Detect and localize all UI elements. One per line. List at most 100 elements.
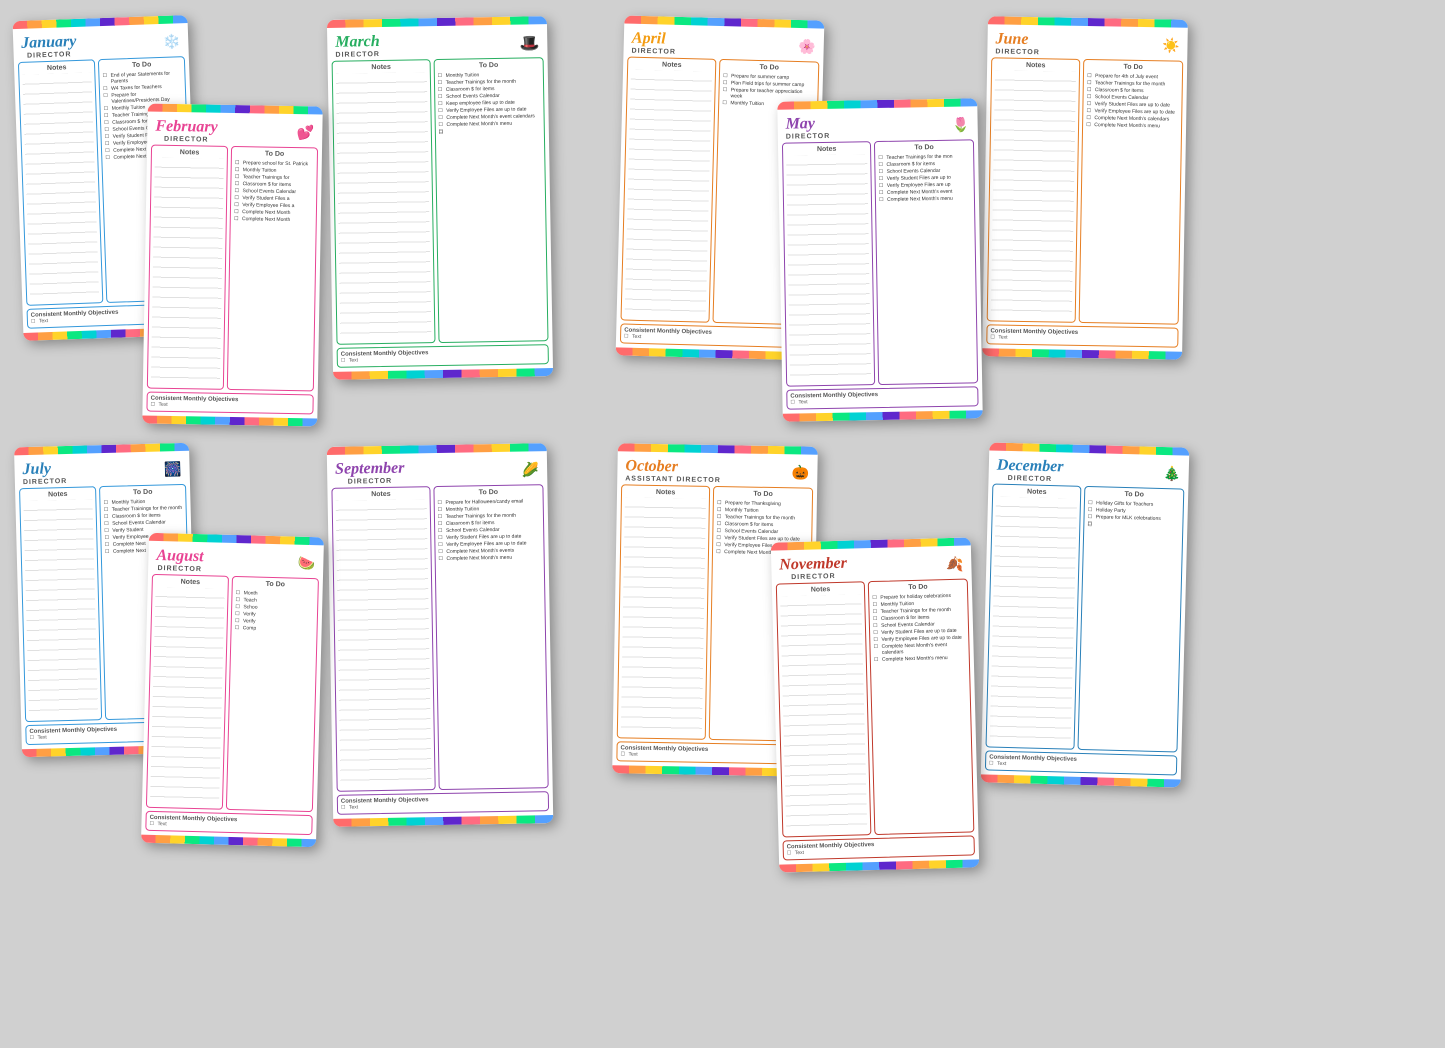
- todo-title-june: To Do: [1087, 63, 1179, 72]
- notes-section-november: Notes: [776, 581, 872, 837]
- notes-lines-january: [22, 72, 99, 301]
- todo-item: Complete Next Month: [234, 215, 313, 223]
- notes-section-april: Notes: [620, 57, 716, 323]
- todo-section-september: To Do Prepare for Halloween/candy email …: [433, 484, 549, 790]
- todo-item: Complete Next Month's menu: [1086, 121, 1178, 130]
- notes-title-february: Notes: [155, 149, 224, 157]
- notes-lines-september: [336, 499, 432, 788]
- notes-section-february: Notes: [147, 145, 228, 390]
- deco-may: 🌷: [952, 116, 970, 133]
- month-title-march: March: [335, 33, 380, 52]
- month-title-august: August: [156, 547, 204, 566]
- notes-title-september: Notes: [335, 490, 426, 499]
- deco-october: 🎃: [792, 464, 810, 481]
- todo-title-april: To Do: [723, 63, 815, 72]
- role-label-august: DIRECTOR: [156, 565, 203, 573]
- todo-section-february: To Do Prepare school for St. Patrick Mon…: [227, 146, 318, 391]
- month-title-october: October: [625, 457, 721, 477]
- objectives-february: Consistent Monthly Objectives Text: [146, 392, 313, 415]
- page-container: January DIRECTOR ❄️ Notes To Do End of y…: [0, 0, 1445, 1048]
- card-august: August DIRECTOR 🍉 Notes To Do Month Teac…: [141, 533, 324, 847]
- notes-section-august: Notes: [146, 574, 229, 810]
- notes-lines-july: [23, 499, 98, 718]
- role-label-may: DIRECTOR: [786, 133, 831, 141]
- notes-section-july: Notes: [19, 486, 102, 722]
- role-label-july: DIRECTOR: [23, 478, 68, 486]
- todo-title-august: To Do: [236, 580, 315, 589]
- role-label-january: DIRECTOR: [22, 51, 77, 60]
- role-label-october: ASSISTANT DIRECTOR: [625, 475, 721, 484]
- notes-lines-december: [990, 497, 1078, 746]
- notes-lines-march: [336, 72, 431, 341]
- month-title-april: April: [632, 30, 677, 49]
- deco-september: 🌽: [522, 461, 540, 478]
- todo-section-december: To Do Holiday Gifts for Teachers Holiday…: [1078, 486, 1185, 753]
- notes-title-january: Notes: [22, 63, 91, 72]
- month-title-december: December: [997, 457, 1064, 477]
- role-label-february: DIRECTOR: [155, 136, 217, 144]
- month-title-january: January: [21, 33, 77, 53]
- month-title-may: May: [785, 115, 830, 134]
- notes-lines-february: [151, 158, 224, 386]
- deco-july: 🎆: [164, 461, 182, 478]
- notes-section-september: Notes: [331, 486, 435, 792]
- notes-lines-august: [150, 587, 225, 806]
- deco-april: 🌸: [798, 38, 816, 55]
- objectives-may: Consistent Monthly Objectives Text: [786, 386, 978, 409]
- card-november: November DIRECTOR 🍂 Notes To Do Prepare …: [771, 537, 980, 872]
- todo-title-july: To Do: [103, 488, 182, 497]
- role-label-june: DIRECTOR: [995, 48, 1040, 56]
- month-title-june: June: [995, 30, 1040, 49]
- notes-lines-june: [991, 70, 1076, 318]
- notes-title-march: Notes: [336, 63, 427, 72]
- deco-feb: 💕: [297, 124, 315, 141]
- deco-november: 🍂: [946, 556, 964, 573]
- objectives-august: Consistent Monthly Objectives Text: [145, 811, 312, 835]
- todo-section-august: To Do Month Teach Schoo Verify Verify Co…: [226, 576, 319, 812]
- todo-title-january: To Do: [102, 60, 181, 70]
- todo-section-may: To Do Teacher Trainings for the mon Clas…: [874, 139, 978, 385]
- notes-section-january: Notes: [18, 59, 104, 306]
- todo-section-june: To Do Prepare for 4th of July event Teac…: [1079, 59, 1183, 325]
- card-march: March DIRECTOR 🎩 Notes To Do Monthly Tui…: [327, 16, 553, 380]
- notes-section-may: Notes: [782, 141, 875, 387]
- role-label-april: DIRECTOR: [631, 48, 676, 56]
- todo-section-march: To Do Monthly Tuition Teacher Trainings …: [433, 57, 548, 343]
- month-title-september: September: [335, 460, 405, 479]
- notes-title-may: Notes: [786, 145, 867, 153]
- deco-august: 🍉: [298, 555, 316, 572]
- rainbow-stripe-bottom-feb: [142, 415, 317, 426]
- notes-section-june: Notes: [987, 57, 1081, 323]
- role-label-march: DIRECTOR: [335, 51, 380, 59]
- notes-title-october: Notes: [625, 488, 706, 496]
- notes-lines-april: [625, 70, 713, 319]
- notes-title-december: Notes: [996, 488, 1077, 497]
- card-may: May DIRECTOR 🌷 Notes To Do Teacher Train…: [777, 98, 983, 421]
- month-title-november: November: [779, 555, 847, 575]
- todo-title-november: To Do: [872, 583, 964, 592]
- month-title-july: July: [22, 460, 67, 479]
- notes-title-november: Notes: [780, 585, 861, 594]
- card-september: September DIRECTOR 🌽 Notes To Do Prepare…: [327, 443, 554, 827]
- card-december: December DIRECTOR 🎄 Notes To Do Holiday …: [981, 442, 1190, 787]
- objectives-september: Consistent Monthly Objectives Text: [337, 791, 549, 815]
- deco-june: ☀️: [1162, 37, 1180, 54]
- todo-title-march: To Do: [437, 61, 539, 70]
- objectives-november: Consistent Monthly Objectives Text: [783, 835, 975, 860]
- card-june: June DIRECTOR ☀️ Notes To Do Prepare for…: [982, 16, 1188, 359]
- todo-title-february: To Do: [235, 150, 314, 158]
- deco-december: 🎄: [1163, 465, 1181, 482]
- todo-item: Complete Next Month's menu: [438, 553, 540, 562]
- todo-item: Complete Next Month's menu: [874, 654, 966, 663]
- todo-title-october: To Do: [717, 490, 809, 499]
- todo-title-december: To Do: [1088, 490, 1180, 499]
- deco-jan: ❄️: [163, 33, 181, 51]
- objectives-june: Consistent Monthly Objectives Text: [986, 324, 1178, 347]
- notes-section-december: Notes: [985, 484, 1081, 750]
- todo-item: Comp: [235, 624, 314, 633]
- notes-title-june: Notes: [995, 61, 1076, 69]
- notes-lines-november: [780, 594, 867, 833]
- notes-section-march: Notes: [332, 59, 436, 345]
- notes-title-april: Notes: [631, 61, 712, 70]
- objectives-march: Consistent Monthly Objectives Text: [337, 344, 549, 368]
